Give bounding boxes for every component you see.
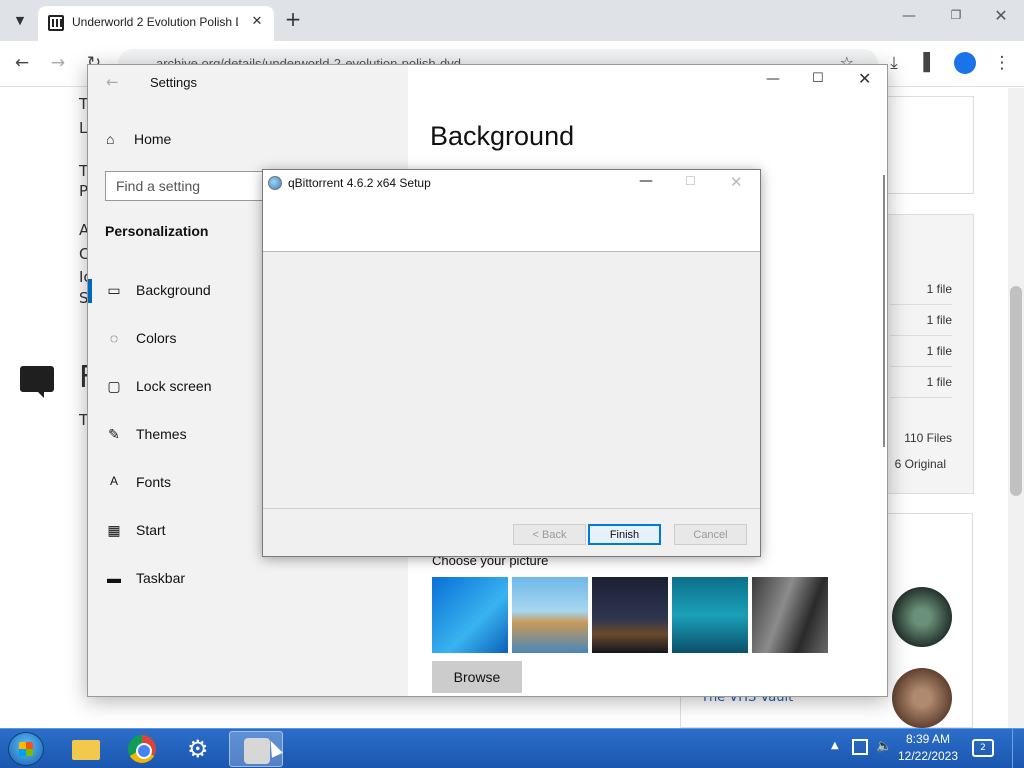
setup-header-area xyxy=(263,196,760,252)
section-title: Personalization xyxy=(105,223,209,239)
settings-scrollbar[interactable] xyxy=(883,175,885,447)
nav-label: Start xyxy=(136,522,166,538)
browser-tab[interactable]: Underworld 2 Evolution Polish DVD ✕ xyxy=(38,6,274,41)
wallpaper-thumbnail-underwater[interactable] xyxy=(672,577,748,653)
search-placeholder: Find a setting xyxy=(116,178,201,194)
taskbar: ⚙ ▲ 🔈 8:39 AM 12/22/2023 2 xyxy=(0,728,1024,768)
nav-label: Background xyxy=(136,282,211,298)
new-tab-button[interactable]: + xyxy=(282,8,304,30)
chrome-icon xyxy=(128,735,156,763)
file-count[interactable]: 1 file xyxy=(890,282,952,305)
qbittorrent-icon xyxy=(268,176,282,190)
taskbar-settings[interactable]: ⚙ xyxy=(172,731,226,767)
home-link[interactable]: ⌂ Home xyxy=(106,131,171,147)
archive-favicon-icon xyxy=(48,15,64,31)
find-setting-input[interactable]: Find a setting xyxy=(105,171,265,201)
show-desktop-button[interactable] xyxy=(1012,729,1024,768)
page-side-box xyxy=(884,96,974,194)
forward-arrow-icon[interactable]: → xyxy=(46,51,70,75)
file-count[interactable]: 1 file xyxy=(890,344,952,367)
browser-close-button[interactable]: ✕ xyxy=(988,6,1014,30)
tray-expand-icon[interactable]: ▲ xyxy=(831,740,839,751)
notification-icon[interactable]: 2 xyxy=(972,739,994,757)
finish-button[interactable]: Finish xyxy=(588,524,661,545)
back-button: < Back xyxy=(513,524,586,545)
nav-item-lock-screen[interactable]: ▢ Lock screen xyxy=(88,367,263,407)
clock-time[interactable]: 8:39 AM xyxy=(898,732,958,746)
nav-item-colors[interactable]: ◌ Colors xyxy=(88,319,263,359)
browser-restore-button[interactable]: ❐ xyxy=(943,8,969,30)
taskbar-icon: ▬ xyxy=(107,570,121,586)
collection-avatar[interactable] xyxy=(892,587,952,647)
setup-title: qBittorrent 4.6.2 x64 Setup xyxy=(288,176,431,190)
settings-minimize-button[interactable]: — xyxy=(766,71,780,87)
wallpaper-thumbnail-rock[interactable] xyxy=(752,577,828,653)
browser-tab-strip: ▼ Underworld 2 Evolution Polish DVD ✕ + … xyxy=(0,0,1024,41)
page-scrollbar-thumb[interactable] xyxy=(1010,286,1022,496)
setup-minimize-button[interactable]: — xyxy=(639,173,653,189)
file-count[interactable]: 1 file xyxy=(890,313,952,336)
wallpaper-thumbnail-windows[interactable] xyxy=(432,577,508,653)
nav-item-themes[interactable]: ✎ Themes xyxy=(88,415,263,455)
volume-icon[interactable]: 🔈 xyxy=(876,739,892,754)
lock-screen-icon: ▢ xyxy=(107,378,121,394)
taskbar-chrome[interactable] xyxy=(115,731,169,767)
themes-icon: ✎ xyxy=(108,426,120,442)
network-icon[interactable] xyxy=(852,739,868,755)
nav-label: Taskbar xyxy=(136,570,186,586)
tab-close-icon[interactable]: ✕ xyxy=(247,12,267,32)
gear-icon: ⚙ xyxy=(187,735,209,763)
taskbar-explorer[interactable] xyxy=(58,731,112,767)
wallpaper-thumbnail-beach[interactable] xyxy=(512,577,588,653)
image-icon: ▭ xyxy=(107,282,121,298)
folder-icon xyxy=(72,740,100,760)
nav-item-fonts[interactable]: A Fonts xyxy=(88,463,263,503)
original-files-link[interactable]: 6 Original xyxy=(890,457,946,479)
fonts-icon: A xyxy=(109,474,118,488)
nav-label: Fonts xyxy=(136,474,172,490)
file-count[interactable]: 1 file xyxy=(890,375,952,398)
page-title: Background xyxy=(430,121,575,151)
setup-titlebar: qBittorrent 4.6.2 x64 Setup — ☐ ✕ xyxy=(263,170,760,196)
nav-item-background[interactable]: ▭ Background xyxy=(88,271,263,311)
palette-icon: ◌ xyxy=(109,330,119,346)
nav-label: Lock screen xyxy=(136,378,212,394)
collection-avatar[interactable] xyxy=(892,668,952,728)
setup-close-button: ✕ xyxy=(730,173,743,191)
browser-minimize-button[interactable]: — xyxy=(896,8,922,30)
cancel-button: Cancel xyxy=(674,524,747,545)
clock-date[interactable]: 12/22/2023 xyxy=(894,749,962,763)
menu-kebab-icon[interactable]: ⋮ xyxy=(990,51,1014,75)
back-arrow-icon[interactable]: ← xyxy=(106,73,119,91)
wallpaper-thumbnail-night-sky[interactable] xyxy=(592,577,668,653)
setup-divider xyxy=(263,508,760,509)
nav-label: Themes xyxy=(136,426,187,442)
nav-item-start[interactable]: ▦ Start xyxy=(88,511,263,551)
tab-search-chevron-icon[interactable]: ▼ xyxy=(8,8,32,32)
start-button[interactable] xyxy=(8,732,44,766)
home-icon: ⌂ xyxy=(106,131,115,147)
settings-close-button[interactable]: ✕ xyxy=(858,69,871,88)
setup-dialog: qBittorrent 4.6.2 x64 Setup — ☐ ✕ < Back… xyxy=(262,169,761,557)
browse-button[interactable]: Browse xyxy=(432,661,522,693)
home-label: Home xyxy=(134,131,172,147)
nav-item-taskbar[interactable]: ▬ Taskbar xyxy=(88,559,263,599)
profile-avatar-icon[interactable] xyxy=(954,52,976,74)
settings-maximize-button[interactable]: ☐ xyxy=(812,71,824,86)
total-files-link[interactable]: 110 Files xyxy=(890,431,952,453)
start-icon: ▦ xyxy=(107,522,121,538)
settings-title: Settings xyxy=(150,75,197,90)
nav-label: Colors xyxy=(136,330,177,346)
setup-maximize-button: ☐ xyxy=(685,174,696,188)
back-arrow-icon[interactable]: ← xyxy=(10,51,34,75)
side-panel-icon[interactable]: ▌ xyxy=(918,51,942,75)
comment-icon xyxy=(20,366,54,398)
tab-title: Underworld 2 Evolution Polish DVD xyxy=(72,15,238,29)
